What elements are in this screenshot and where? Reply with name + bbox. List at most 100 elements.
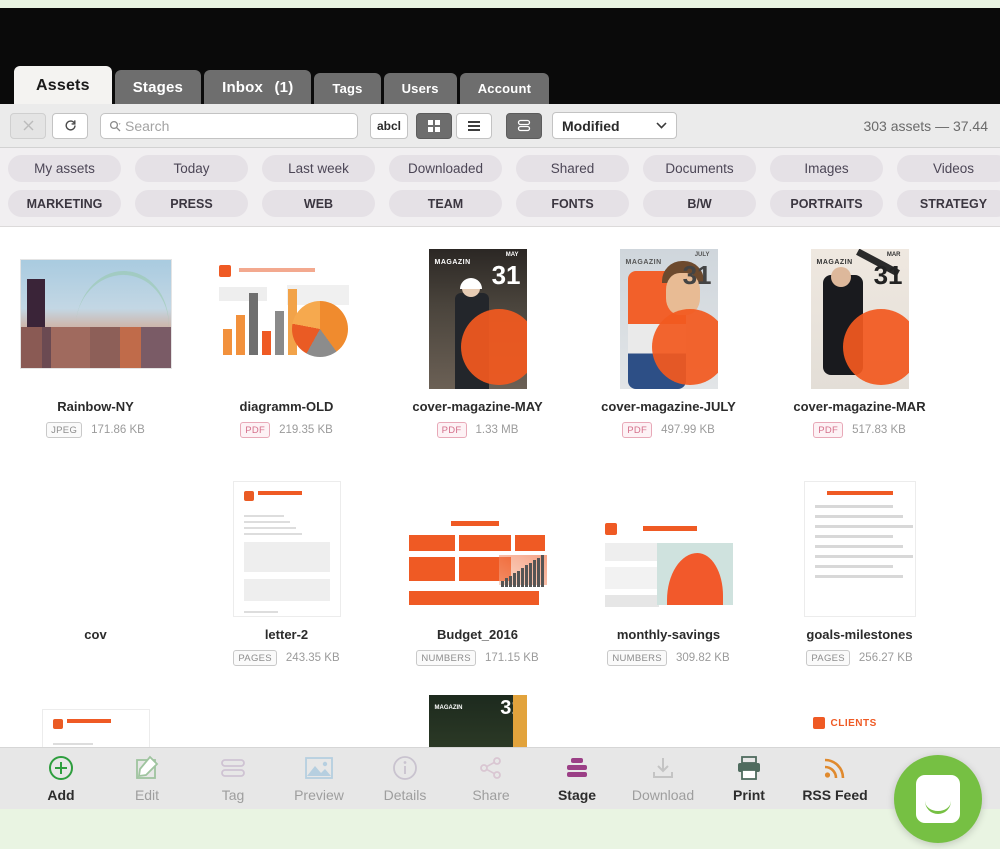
filter-chip[interactable]: Downloaded	[389, 155, 502, 182]
asset-cell[interactable]: Rainbow-NY JPEG 171.86 KB	[0, 239, 191, 467]
pencil-square-icon	[134, 755, 160, 781]
filter-chip[interactable]: Images	[770, 155, 883, 182]
asset-filename: letter-2	[264, 627, 309, 642]
asset-thumbnail[interactable]: MAGAZIN MAY 31	[398, 239, 558, 389]
tab-assets[interactable]: Assets	[14, 66, 112, 104]
filter-chip[interactable]: WEB	[262, 190, 375, 217]
tab-badge: (1)	[274, 79, 294, 96]
search-input[interactable]: Search	[100, 112, 358, 139]
toolbar-add-button[interactable]: Add	[18, 755, 104, 803]
filter-chip[interactable]: FONTS	[516, 190, 629, 217]
asset-cell[interactable]: Budget_2016 NUMBERS 171.15 KB	[382, 467, 573, 695]
grid-view-icon[interactable]	[416, 112, 452, 139]
filter-chip[interactable]: Last week	[262, 155, 375, 182]
refresh-icon[interactable]	[52, 112, 88, 139]
asset-cell[interactable]: goals-milestones PAGES 256.27 KB	[764, 467, 955, 695]
tab-users[interactable]: Users	[383, 73, 457, 104]
thumbnail-image	[402, 517, 553, 617]
asset-filename: cover-magazine-MAY	[412, 399, 543, 414]
filter-chip[interactable]: My assets	[8, 155, 121, 182]
asset-thumbnail[interactable]: 31 MAGAZIN	[398, 695, 558, 747]
asset-cell-partial[interactable]	[573, 695, 764, 747]
search-icon	[109, 120, 121, 131]
asset-thumbnail[interactable]	[589, 467, 749, 617]
toolbar-rss-button[interactable]: RSS Feed	[792, 755, 878, 803]
filter-chip[interactable]: TEAM	[389, 190, 502, 217]
tag-stack-icon	[220, 755, 246, 781]
image-icon	[305, 755, 333, 781]
thumbnail-image	[41, 709, 150, 747]
thumbnail-image	[598, 517, 739, 617]
tab-bar: Assets Stages Inbox (1) Tags Users Account	[0, 66, 1000, 104]
asset-cell[interactable]: letter-2 PAGES243.35 KB	[191, 467, 382, 695]
toolbar-preview-button[interactable]: Preview	[276, 755, 362, 803]
asset-cell[interactable]: MAGAZIN MAY 31 cover-magazine-MAY PDF 1.33 MB	[382, 239, 573, 467]
asset-cell[interactable]: MAGAZIN JULY 31 cover-magazine-JULY PDF 497.9…	[573, 239, 764, 467]
asset-meta: PAGES 243.35 KB	[233, 650, 340, 666]
asset-cell[interactable]: monthly-savings NUMBERS 309.82 KB	[573, 467, 764, 695]
toolbar-edit-button[interactable]: Edit	[104, 755, 190, 803]
toolbar-button-label: Share	[472, 786, 510, 803]
filter-chip[interactable]: MARKETING	[8, 190, 121, 217]
asset-thumbnail[interactable]	[207, 239, 367, 389]
toolbar-details-button[interactable]: Details	[362, 755, 448, 803]
thumbnail-image	[803, 481, 916, 617]
tab-account[interactable]: Account	[459, 73, 550, 104]
asset-thumbnail[interactable]	[589, 695, 749, 747]
filter-chip[interactable]: Shared	[516, 155, 629, 182]
asset-thumbnail[interactable]: CLIENTS	[780, 695, 940, 747]
asset-thumbnail[interactable]	[16, 467, 176, 617]
chat-bubble-icon[interactable]	[894, 755, 982, 843]
asset-thumbnail[interactable]: MAGAZIN MAR 31	[780, 239, 940, 389]
chevron-down-icon	[656, 122, 667, 129]
asset-thumbnail[interactable]	[16, 239, 176, 389]
abcl-button[interactable]: abcl	[370, 112, 408, 139]
thumbnail-image-clipped	[25, 477, 166, 617]
toolbar-stage-button[interactable]: Stage	[534, 755, 620, 803]
asset-cell[interactable]: cov	[0, 467, 191, 695]
asset-cell[interactable]: letter-2PAGES243.35 KB	[0, 695, 191, 747]
asset-kind-badge: PDF	[436, 422, 467, 438]
asset-meta: PAGES 256.27 KB	[806, 650, 913, 666]
group-view-icon[interactable]	[506, 112, 542, 139]
filter-chip[interactable]: PRESS	[135, 190, 248, 217]
asset-cell[interactable]: cov	[191, 695, 382, 747]
asset-thumbnail[interactable]	[207, 467, 367, 617]
filter-chip[interactable]: Videos	[897, 155, 1000, 182]
close-icon[interactable]	[10, 112, 46, 139]
asset-cell[interactable]: diagramm-OLD PDF 219.35 KB	[191, 239, 382, 467]
tab-label: Inbox	[222, 79, 264, 96]
sort-select[interactable]: Modified	[552, 112, 677, 139]
list-view-icon[interactable]	[456, 112, 492, 139]
toolbar-print-button[interactable]: Print	[706, 755, 792, 803]
asset-meta: PDF 497.99 KB	[622, 422, 715, 438]
toolbar-share-button[interactable]: Share	[448, 755, 534, 803]
asset-thumbnail[interactable]: MAGAZIN JULY 31	[589, 239, 749, 389]
filter-chip[interactable]: STRATEGY	[897, 190, 1000, 217]
filter-chip[interactable]: Today	[135, 155, 248, 182]
asset-grid-scroll[interactable]: Rainbow-NY JPEG 171.86 KB diagramm-OLD PDF 21…	[0, 227, 1000, 747]
asset-thumbnail[interactable]	[780, 467, 940, 617]
asset-cell[interactable]: MAGAZIN MAR 31 cover-magazine-MAR PDF 517.83 …	[764, 239, 955, 467]
tab-inbox[interactable]: Inbox (1)	[204, 70, 312, 104]
toolbar-button-label: Add	[47, 786, 75, 803]
asset-filesize: 517.83 KB	[852, 424, 906, 436]
asset-kind-badge: JPEG	[46, 422, 83, 438]
toolbar-button-label: Details	[383, 786, 427, 803]
asset-thumbnail[interactable]	[16, 695, 176, 747]
asset-thumbnail[interactable]	[207, 695, 367, 747]
filter-chip[interactable]: Documents	[643, 155, 756, 182]
rss-icon	[823, 755, 847, 781]
toolbar-button-label: Download	[631, 786, 695, 803]
asset-cell-partial[interactable]: 31 MAGAZIN	[382, 695, 573, 747]
asset-cell-partial[interactable]: CLIENTS	[764, 695, 955, 747]
filter-chip[interactable]: PORTRAITS	[770, 190, 883, 217]
toolbar-download-button[interactable]: Download	[620, 755, 706, 803]
filter-chip[interactable]: B/W	[643, 190, 756, 217]
asset-meta: PDF 1.33 MB	[436, 422, 518, 438]
tab-stages[interactable]: Stages	[114, 70, 202, 104]
toolbar-tag-button[interactable]: Tag	[190, 755, 276, 803]
asset-grid: Rainbow-NY JPEG 171.86 KB diagramm-OLD PDF 21…	[0, 227, 1000, 747]
tab-tags[interactable]: Tags	[314, 73, 381, 104]
asset-thumbnail[interactable]	[398, 467, 558, 617]
